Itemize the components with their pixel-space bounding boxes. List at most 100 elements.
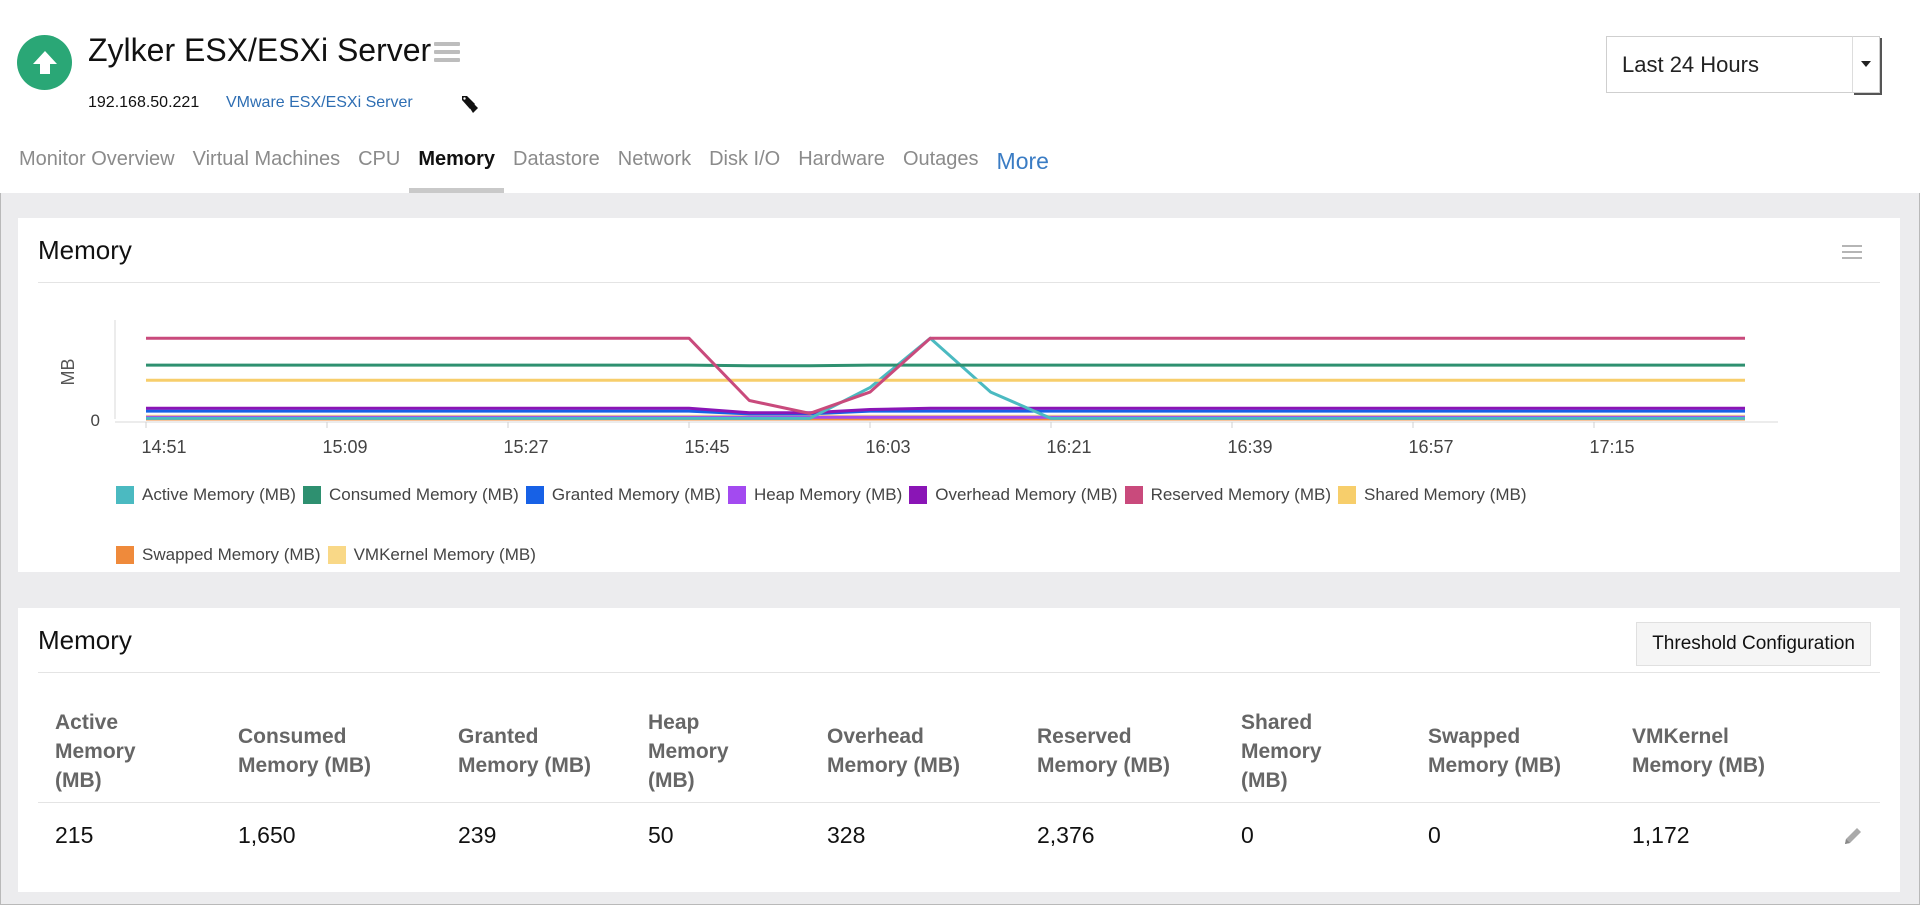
series-line-consumed-memory-mb[interactable] <box>146 363 1745 368</box>
x-tick-label: 15:45 <box>684 437 729 457</box>
series-line-active-memory-mb[interactable] <box>146 336 1745 420</box>
tab-virtual-machines[interactable]: Virtual Machines <box>184 142 349 193</box>
legend-item[interactable]: Reserved Memory (MB) <box>1124 484 1331 506</box>
time-range-select[interactable]: Last 24 Hours <box>1606 35 1880 93</box>
tab-more[interactable]: More <box>988 142 1058 193</box>
table-header: Active Memory (MB) Consumed Memory (MB) Grant… <box>18 698 1900 802</box>
x-tick-label: 16:03 <box>865 437 910 457</box>
tab-memory[interactable]: Memory <box>409 142 504 193</box>
legend-item[interactable]: VMKernel Memory (MB) <box>327 544 536 566</box>
column-header-line: Memory <box>648 740 729 763</box>
legend-label: VMKernel Memory (MB) <box>353 545 536 564</box>
column-header: VMKernel Memory (MB) <box>1632 722 1765 780</box>
column-header-line: Memory (MB) <box>238 754 372 777</box>
x-tick-label: 15:09 <box>322 437 367 457</box>
column-header-line: Shared <box>1241 711 1313 734</box>
legend-label: Swapped Memory (MB) <box>142 545 321 564</box>
title-menu-icon[interactable] <box>434 42 460 62</box>
table-cell: 239 <box>458 822 497 848</box>
x-tick-label: 16:39 <box>1227 437 1272 457</box>
column-header-line: Memory (MB) <box>458 754 592 777</box>
monitor-type-link[interactable]: VMware ESX/ESXi Server <box>226 94 413 112</box>
table-panel-divider <box>38 672 1880 673</box>
monitor-status-up-icon <box>17 35 72 90</box>
tab-monitor-overview[interactable]: Monitor Overview <box>0 142 184 193</box>
legend-swatch <box>525 486 544 504</box>
legend-swatch <box>727 486 746 504</box>
table-cell: 50 <box>648 822 674 848</box>
column-header-line: Swapped <box>1428 725 1521 748</box>
memory-table-panel: Memory Threshold Configuration Active Mem… <box>18 608 1900 892</box>
column-header-line: VMKernel <box>1632 725 1729 748</box>
legend-swatch <box>116 486 134 504</box>
column-header-line: Memory (MB) <box>1632 754 1766 777</box>
legend-label: Overhead Memory (MB) <box>935 485 1118 504</box>
memory-chart-panel: Memory MB 0 14:51 15:09 15:27 15:45 16:03 16:21… <box>18 218 1900 572</box>
tab-network[interactable]: Network <box>609 142 700 193</box>
x-tick-label: 16:57 <box>1408 437 1453 457</box>
table-cell: 1,650 <box>238 822 296 848</box>
column-header: Reserved Memory (MB) <box>1037 722 1170 780</box>
legend-item[interactable]: Heap Memory (MB) <box>727 484 903 506</box>
tab-outages[interactable]: Outages <box>894 142 988 193</box>
monitor-ip: 192.168.50.221 <box>88 94 200 111</box>
monitor-tabs: Monitor Overview Virtual Machines CPU Me… <box>0 142 1058 193</box>
legend-item[interactable]: Shared Memory (MB) <box>1338 484 1526 506</box>
monitor-title: Zylker ESX/ESXi Server <box>88 32 432 68</box>
column-header: Shared Memory (MB) <box>1241 708 1322 795</box>
column-header: Overhead Memory (MB) <box>827 722 960 780</box>
legend-swatch <box>302 486 321 504</box>
column-header: Granted Memory (MB) <box>458 722 591 780</box>
column-header-line: Memory (MB) <box>1037 754 1171 777</box>
tag-icon[interactable] <box>460 95 482 115</box>
legend-item[interactable]: Granted Memory (MB) <box>525 484 721 506</box>
column-header-line: (MB) <box>1241 769 1288 792</box>
time-range-value: Last 24 Hours <box>1622 51 1759 77</box>
legend-item[interactable]: Overhead Memory (MB) <box>909 484 1118 506</box>
y-tick-label: 0 <box>91 411 100 430</box>
memory-line-chart: MB 0 14:51 15:09 15:27 15:45 16:03 16:21 16:39 16… <box>58 320 1778 457</box>
table-cell: 328 <box>827 822 866 848</box>
legend-item[interactable]: Active Memory (MB) <box>116 484 296 506</box>
column-header-line: (MB) <box>55 769 102 792</box>
y-axis-label: MB <box>58 359 78 386</box>
caret-down-icon[interactable] <box>1852 35 1880 93</box>
tab-disk-io[interactable]: Disk I/O <box>700 142 789 193</box>
legend-item[interactable]: Consumed Memory (MB) <box>302 484 519 506</box>
legend-swatch <box>116 546 134 564</box>
column-header: Consumed Memory (MB) <box>238 722 371 780</box>
column-header-line: Memory <box>1241 740 1322 763</box>
table-cell: 215 <box>55 822 94 848</box>
tab-hardware[interactable]: Hardware <box>789 142 894 193</box>
tab-datastore[interactable]: Datastore <box>504 142 609 193</box>
column-header-line: Memory (MB) <box>1428 754 1562 777</box>
table-panel-title: Memory <box>38 625 132 655</box>
legend-label: Heap Memory (MB) <box>753 485 903 504</box>
pencil-icon[interactable] <box>1841 824 1865 848</box>
x-tick-label: 14:51 <box>141 437 186 457</box>
table-row: 215 1,650 239 50 328 2,376 0 0 1,172 <box>18 802 1900 866</box>
tab-cpu[interactable]: CPU <box>349 142 409 193</box>
table-cell: 1,172 <box>1632 822 1690 848</box>
x-tick-label: 15:27 <box>503 437 548 457</box>
column-header-line: Reserved <box>1037 725 1132 748</box>
x-tick-label: 17:15 <box>1589 437 1634 457</box>
legend-label: Granted Memory (MB) <box>551 485 721 504</box>
column-header-line: Memory (MB) <box>827 754 961 777</box>
column-header: Swapped Memory (MB) <box>1428 722 1561 780</box>
table-cell: 2,376 <box>1037 822 1095 848</box>
chart-legend: Active Memory (MB) Consumed Memory (MB) Gr… <box>116 484 1736 566</box>
column-header-line: Memory <box>55 740 136 763</box>
legend-label: Reserved Memory (MB) <box>1150 485 1331 504</box>
threshold-configuration-button[interactable]: Threshold Configuration <box>1636 622 1871 666</box>
series-line-granted-memory-mb[interactable] <box>146 409 1745 416</box>
legend-label: Active Memory (MB) <box>142 485 296 504</box>
legend-item[interactable]: Swapped Memory (MB) <box>116 544 321 566</box>
column-header-line: Consumed <box>238 725 347 748</box>
column-header: Active Memory (MB) <box>55 708 136 795</box>
legend-swatch <box>1124 486 1143 504</box>
monitor-header: Zylker ESX/ESXi Server 192.168.50.221 VM… <box>0 0 1920 193</box>
series-line-reserved-memory-mb[interactable] <box>146 336 1745 415</box>
x-tick-label: 16:21 <box>1046 437 1091 457</box>
column-header-line: Granted <box>458 725 539 748</box>
